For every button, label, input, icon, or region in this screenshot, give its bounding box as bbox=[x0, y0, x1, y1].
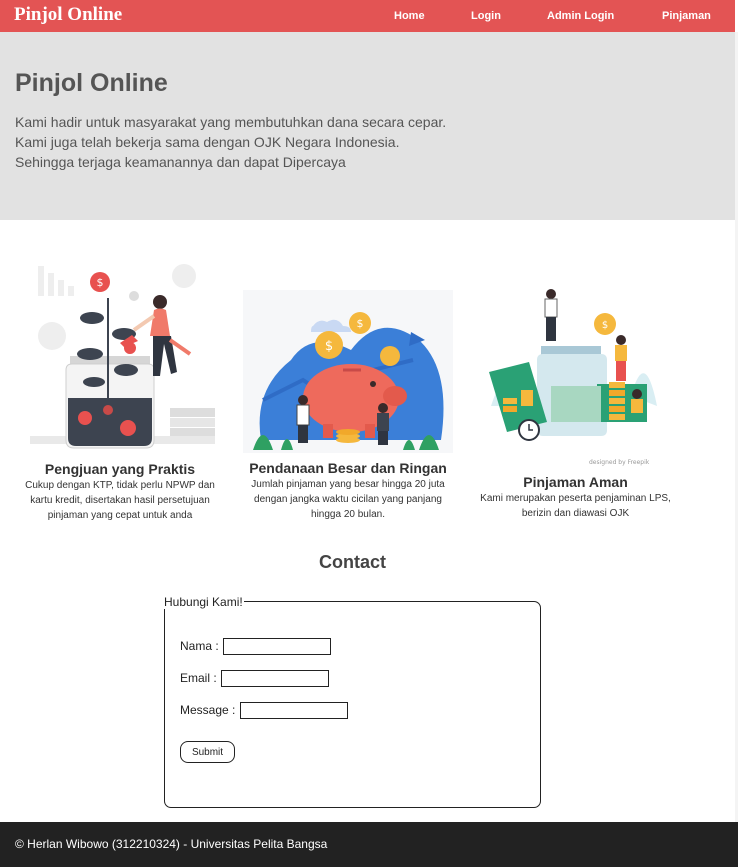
svg-text:$: $ bbox=[357, 317, 364, 330]
hero-line: Kami juga telah bekerja sama dengan OJK … bbox=[15, 134, 400, 150]
feature-description: Jumlah pinjaman yang besar hingga 20 jut… bbox=[251, 479, 445, 520]
hero-description: Kami hadir untuk masyarakat yang membutu… bbox=[15, 112, 515, 172]
feature-title: Pendanaan Besar dan Ringan bbox=[249, 460, 447, 476]
feature-description: Kami merupakan peserta penjaminan LPS, b… bbox=[480, 493, 671, 519]
plant-jar-illustration-icon: $ bbox=[30, 264, 215, 449]
message-input[interactable] bbox=[240, 702, 348, 719]
nav-login[interactable]: Login bbox=[471, 10, 501, 22]
feature-card-aman: $ designed by Freepik Pinjaman Aman Kami… bbox=[473, 286, 678, 521]
submit-button[interactable]: Submit bbox=[180, 741, 235, 763]
nama-label: Nama : bbox=[180, 639, 219, 653]
feature-card-pendanaan: $ $ Pendanaan Besar dan Ringan Jumlah pi… bbox=[243, 290, 453, 522]
nama-input[interactable] bbox=[223, 638, 331, 655]
hero-line: Sehingga terjaga keamanannya dan dapat D… bbox=[15, 154, 346, 170]
email-label: Email : bbox=[180, 671, 217, 685]
footer: © Herlan Wibowo (312210324) - Universita… bbox=[0, 822, 738, 867]
hero-title: Pinjol Online bbox=[15, 69, 168, 97]
footer-text: © Herlan Wibowo (312210324) - Universita… bbox=[15, 837, 328, 851]
svg-text:$: $ bbox=[325, 339, 333, 354]
piggy-bank-illustration-icon: $ $ bbox=[243, 290, 453, 453]
feature-card-praktis: $ Pengjuan yang Praktis Cukup dengan KTP… bbox=[18, 258, 222, 523]
hero-line: Kami hadir untuk masyarakat yang membutu… bbox=[15, 114, 447, 130]
svg-text:$: $ bbox=[97, 276, 104, 289]
contact-legend: Hubungi Kami! bbox=[164, 595, 244, 609]
contact-title: Contact bbox=[319, 552, 386, 572]
feature-description: Cukup dengan KTP, tidak perlu NPWP dan k… bbox=[25, 480, 215, 521]
nav-admin-login[interactable]: Admin Login bbox=[547, 10, 614, 22]
brand-logo[interactable]: Pinjol Online bbox=[14, 4, 122, 26]
hero-section: Pinjol Online Kami hadir untuk masyaraka… bbox=[0, 32, 735, 220]
feature-title: Pengjuan yang Praktis bbox=[44, 461, 196, 477]
svg-text:$: $ bbox=[601, 320, 607, 331]
email-input[interactable] bbox=[221, 670, 329, 687]
feature-title: Pinjaman Aman bbox=[523, 474, 628, 490]
navbar: Pinjol Online Home Login Admin Login Pin… bbox=[0, 0, 735, 32]
nav-home[interactable]: Home bbox=[394, 10, 425, 22]
money-jar-illustration-icon: $ designed by Freepik bbox=[488, 289, 657, 466]
nav-pinjaman[interactable]: Pinjaman bbox=[662, 10, 711, 22]
freepik-credit: designed by Freepik bbox=[589, 459, 650, 466]
message-label: Message : bbox=[180, 703, 236, 717]
